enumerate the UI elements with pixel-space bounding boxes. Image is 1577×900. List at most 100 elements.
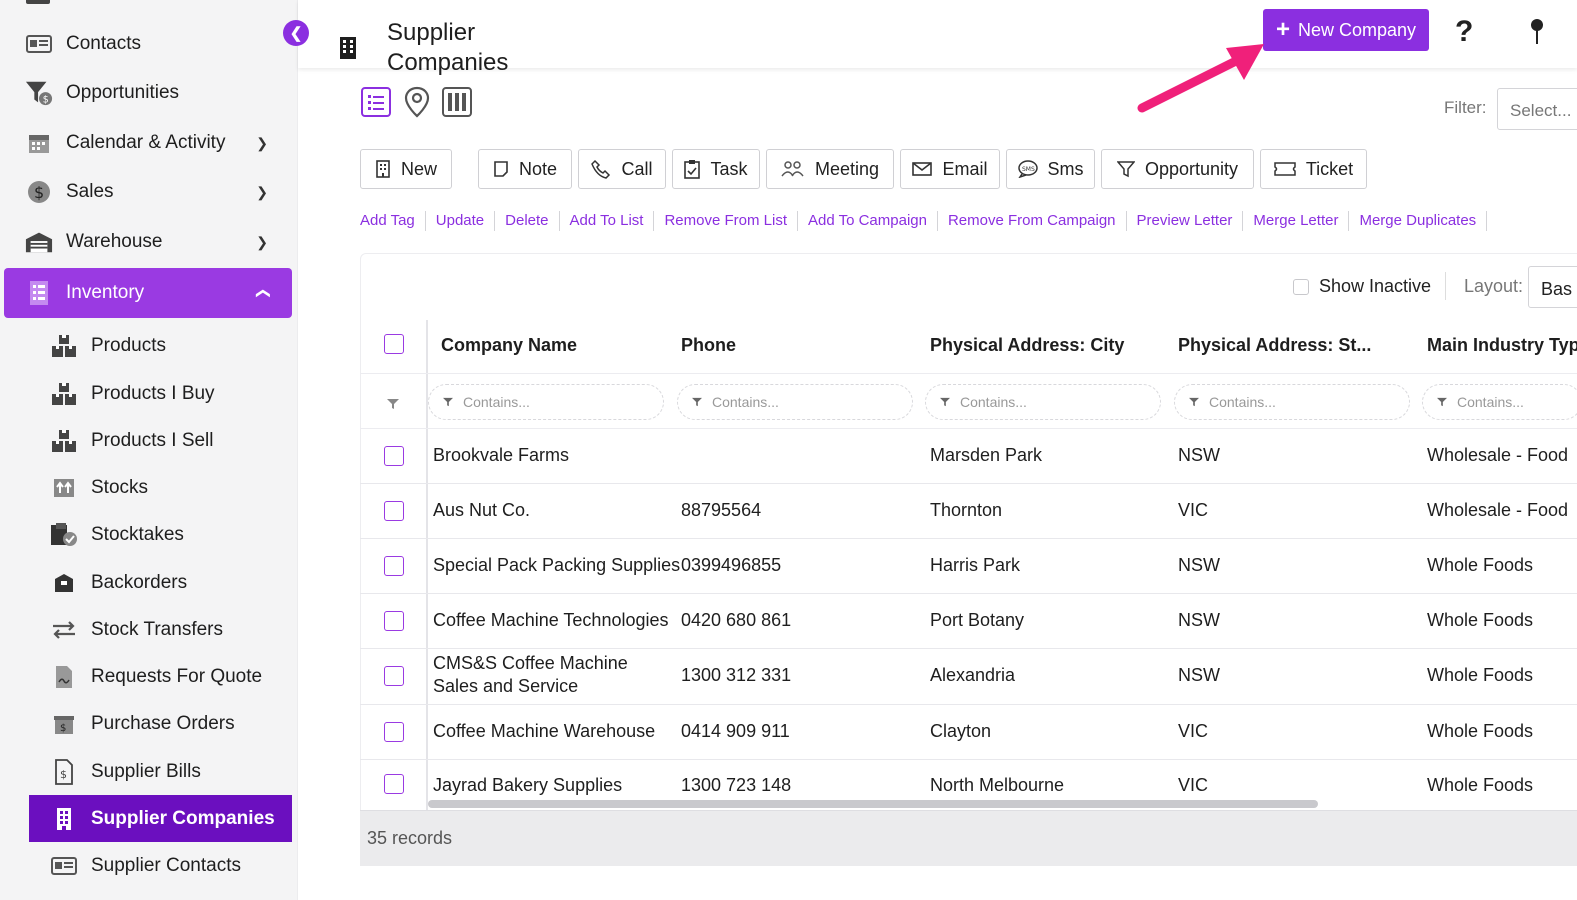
sidebar-subitem-supplier-contacts[interactable]: Supplier Contacts: [29, 842, 292, 889]
row-checkbox[interactable]: [384, 774, 404, 794]
table-row[interactable]: Coffee Machine Warehouse 0414 909 911 Cl…: [360, 705, 1577, 760]
ticket-icon: [1274, 162, 1296, 176]
sidebar-subitem-products-i-buy[interactable]: Products I Buy: [29, 370, 292, 417]
table-row[interactable]: Brookvale Farms Marsden Park NSW Wholesa…: [360, 429, 1577, 484]
note-button[interactable]: Note: [478, 149, 572, 189]
column-header-company-name[interactable]: Company Name: [441, 335, 577, 356]
phone-filter[interactable]: Contains...: [677, 384, 913, 420]
svg-text:$: $: [43, 94, 49, 105]
sidebar-item-label: Sales: [66, 181, 114, 202]
meeting-button[interactable]: Meeting: [766, 149, 894, 189]
sidebar-subitem-stock-transfers[interactable]: Stock Transfers: [29, 606, 292, 653]
remove-from-list-link[interactable]: Remove From List: [654, 211, 798, 231]
city-cell: Marsden Park: [930, 445, 1043, 465]
sidebar-subitem-supplier-companies[interactable]: Supplier Companies: [29, 795, 292, 842]
list-view-toggle[interactable]: [360, 86, 392, 118]
row-divider: [360, 373, 1577, 374]
sidebar-subitem-stocktakes[interactable]: Stocktakes: [29, 511, 292, 558]
delete-link[interactable]: Delete: [495, 211, 560, 231]
sidebar-item-contacts[interactable]: Contacts: [4, 19, 292, 69]
chevron-down-icon[interactable]: ❯: [256, 234, 268, 251]
state-cell: NSW: [1178, 555, 1220, 575]
call-button[interactable]: Call: [578, 149, 666, 189]
chevron-up-icon[interactable]: ❯: [254, 287, 271, 299]
company-name-cell[interactable]: Special Pack Packing Supplies: [433, 554, 680, 577]
table-row[interactable]: Jayrad Bakery Supplies 1300 723 148 Nort…: [360, 760, 1577, 800]
company-name-filter[interactable]: Contains...: [428, 384, 664, 420]
opportunity-button[interactable]: Opportunity: [1101, 149, 1254, 189]
row-checkbox[interactable]: [384, 501, 404, 521]
merge-letter-link[interactable]: Merge Letter: [1243, 211, 1350, 231]
company-name-cell[interactable]: CMS&S Coffee Machine Sales and Service: [433, 652, 673, 698]
sidebar-item-sales[interactable]: $ Sales ❯: [4, 167, 292, 217]
row-checkbox[interactable]: [384, 446, 404, 466]
company-name-cell[interactable]: Coffee Machine Warehouse: [433, 720, 655, 743]
main-industry-filter[interactable]: Contains...: [1422, 384, 1577, 420]
ticket-button[interactable]: Ticket: [1260, 149, 1367, 189]
boxes-icon: [50, 427, 78, 455]
state-cell: VIC: [1178, 775, 1209, 795]
table-row[interactable]: Aus Nut Co. 88795564 Thornton VIC Wholes…: [360, 484, 1577, 539]
task-button[interactable]: Task: [672, 149, 760, 189]
company-name-cell[interactable]: Coffee Machine Technologies: [433, 609, 669, 632]
sms-button[interactable]: SMS Sms: [1006, 149, 1095, 189]
row-checkbox[interactable]: [384, 722, 404, 742]
new-company-button[interactable]: + New Company: [1263, 9, 1429, 51]
sidebar-item-calendar-activity[interactable]: Calendar & Activity ❯: [4, 118, 292, 168]
horizontal-scrollbar[interactable]: [428, 800, 1318, 808]
new-button[interactable]: New: [360, 149, 452, 189]
help-icon[interactable]: ?: [1455, 15, 1473, 49]
company-name-cell[interactable]: Aus Nut Co.: [433, 499, 530, 522]
email-button[interactable]: Email: [900, 149, 1000, 189]
sidebar-subitem-purchase-orders[interactable]: $ Purchase Orders: [29, 700, 292, 747]
company-name-cell[interactable]: Brookvale Farms: [433, 444, 569, 467]
filter-select[interactable]: Select...: [1497, 88, 1577, 130]
column-header-state[interactable]: Physical Address: St...: [1178, 335, 1371, 356]
layout-select[interactable]: Bas: [1528, 266, 1577, 308]
sidebar-item-warehouse[interactable]: Warehouse ❯: [4, 217, 292, 267]
sidebar-subitem-products[interactable]: Products: [29, 322, 292, 369]
sidebar-subitem-supplier-bills[interactable]: $ Supplier Bills: [29, 748, 292, 795]
table-row[interactable]: CMS&S Coffee Machine Sales and Service 1…: [360, 649, 1577, 705]
sidebar-subitem-stocks[interactable]: Stocks: [29, 464, 292, 511]
kanban-view-toggle[interactable]: [441, 86, 473, 118]
phone-icon: [591, 159, 611, 179]
sidebar-item-opportunities[interactable]: $ Opportunities: [4, 68, 292, 118]
add-to-campaign-link[interactable]: Add To Campaign: [798, 211, 938, 231]
filter-row-funnel-icon[interactable]: [387, 396, 399, 414]
state-filter[interactable]: Contains...: [1174, 384, 1410, 420]
update-link[interactable]: Update: [426, 211, 496, 231]
column-header-city[interactable]: Physical Address: City: [930, 335, 1124, 356]
row-checkbox[interactable]: [384, 666, 404, 686]
row-checkbox[interactable]: [384, 611, 404, 631]
funnel-icon: [1437, 397, 1447, 407]
pin-icon[interactable]: [1529, 18, 1545, 51]
sidebar-subitem-requests-for-quote[interactable]: Requests For Quote: [29, 653, 292, 700]
column-header-main-industry[interactable]: Main Industry Typ: [1427, 335, 1577, 356]
add-to-list-link[interactable]: Add To List: [560, 211, 655, 231]
building-icon: [50, 805, 78, 833]
row-checkbox[interactable]: [384, 556, 404, 576]
company-name-cell[interactable]: Jayrad Bakery Supplies: [433, 774, 622, 797]
phone-cell: 88795564: [681, 500, 762, 520]
grid-footer: [360, 810, 1577, 866]
map-view-toggle[interactable]: [401, 86, 433, 118]
table-row[interactable]: Special Pack Packing Supplies 0399496855…: [360, 539, 1577, 594]
chevron-down-icon[interactable]: ❯: [256, 135, 268, 152]
chevron-down-icon[interactable]: ❯: [256, 184, 268, 201]
table-row[interactable]: Coffee Machine Technologies 0420 680 861…: [360, 594, 1577, 649]
preview-letter-link[interactable]: Preview Letter: [1127, 211, 1244, 231]
add-tag-link[interactable]: Add Tag: [360, 211, 426, 231]
sidebar-subitem-backorders[interactable]: Backorders: [29, 559, 292, 606]
sidebar-collapse-button[interactable]: ❮: [283, 20, 309, 46]
sidebar-subitem-products-i-sell[interactable]: Products I Sell: [29, 417, 292, 464]
merge-duplicates-link[interactable]: Merge Duplicates: [1349, 211, 1488, 231]
column-header-phone[interactable]: Phone: [681, 335, 736, 356]
remove-from-campaign-link[interactable]: Remove From Campaign: [938, 211, 1127, 231]
sidebar-item-inventory[interactable]: Inventory ❯: [4, 268, 292, 318]
show-inactive-checkbox[interactable]: [1293, 278, 1309, 295]
city-filter[interactable]: Contains...: [925, 384, 1161, 420]
phone-cell: 0399496855: [681, 555, 782, 575]
show-inactive-toggle[interactable]: Show Inactive: [1293, 276, 1431, 297]
select-all-checkbox[interactable]: [384, 334, 404, 354]
